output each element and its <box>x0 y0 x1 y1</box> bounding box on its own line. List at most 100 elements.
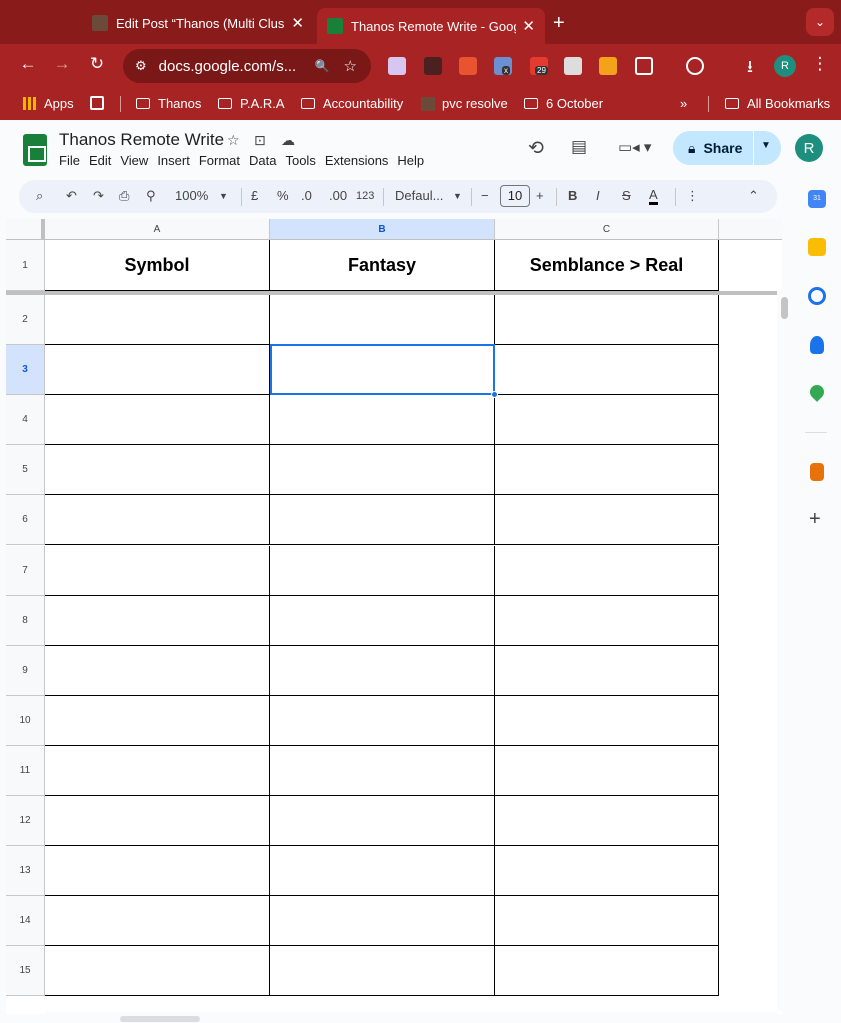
grid-cell[interactable] <box>270 796 495 847</box>
print-icon[interactable]: ⎙ <box>119 188 129 204</box>
tasks-icon[interactable] <box>808 287 826 305</box>
contacts-icon[interactable] <box>810 336 824 354</box>
row-header[interactable]: 12 <box>6 796 45 847</box>
decrease-decimal-button[interactable]: .0 <box>301 188 312 203</box>
grid-cell[interactable] <box>495 846 719 897</box>
menu-data[interactable]: Data <box>249 153 276 168</box>
version-history-icon[interactable]: ⟲ <box>528 137 544 160</box>
download-icon[interactable]: ⭳ <box>738 54 762 83</box>
reload-button[interactable]: ↻ <box>85 54 109 74</box>
row-header[interactable]: 4 <box>6 395 45 446</box>
search-menus-icon[interactable]: ⌕ <box>36 188 43 204</box>
font-size-input[interactable]: 10 <box>500 185 530 207</box>
grid-cell[interactable] <box>270 295 495 346</box>
vertical-scrollbar[interactable] <box>777 291 791 1011</box>
cloud-status-icon[interactable]: ☁ <box>281 132 295 149</box>
grid-cell[interactable] <box>495 946 719 997</box>
grid-cell[interactable] <box>270 445 495 496</box>
row-header[interactable]: 3 <box>6 345 45 396</box>
extension-icon[interactable]: x <box>494 57 512 75</box>
column-header-b[interactable]: B <box>270 219 495 240</box>
grid-cell[interactable] <box>495 796 719 847</box>
meet-video-icon[interactable]: ▭◂ ▾ <box>618 138 651 156</box>
zoom-dropdown-icon[interactable]: ▼ <box>219 191 228 201</box>
grid-cell[interactable] <box>270 645 495 696</box>
bookmark-6-october[interactable]: 6 October <box>524 96 603 111</box>
grid-cell[interactable] <box>45 796 270 847</box>
horizontal-scrollbar[interactable] <box>46 1012 777 1023</box>
grid-cell[interactable] <box>270 896 495 947</box>
row-header[interactable]: 2 <box>6 295 45 346</box>
addon-icon[interactable] <box>810 463 824 481</box>
grid-cell[interactable] <box>495 545 719 596</box>
bookmark-star-icon[interactable]: ☆ <box>344 57 357 75</box>
extension-icon[interactable]: 29 <box>530 57 548 75</box>
grid-cell[interactable] <box>45 595 270 646</box>
row-header[interactable]: 7 <box>6 545 45 596</box>
select-all-corner[interactable] <box>6 219 45 240</box>
collapse-toolbar-button[interactable]: ⌃ <box>748 188 759 204</box>
zoom-icon[interactable]: 🔍 <box>315 59 330 73</box>
bookmark-para[interactable]: P.A.R.A <box>218 96 285 111</box>
grid-cell[interactable] <box>495 295 719 346</box>
fill-handle[interactable] <box>491 391 498 398</box>
more-tools-button[interactable]: ⋮ <box>686 188 699 204</box>
forward-button[interactable]: → <box>50 54 74 74</box>
grid-cell[interactable] <box>45 695 270 746</box>
grid-cell[interactable] <box>270 545 495 596</box>
chrome-menu-button[interactable]: ⋮ <box>808 54 832 74</box>
header-cell[interactable]: Semblance > Real <box>495 240 719 291</box>
grid-cell[interactable] <box>45 495 270 546</box>
number-format-button[interactable]: 123 <box>356 190 374 202</box>
grid-cell[interactable] <box>45 295 270 346</box>
grid-cell[interactable] <box>270 495 495 546</box>
tab-edit-post[interactable]: Edit Post “Thanos (Multi Clus ✕ <box>82 8 314 38</box>
font-dropdown-icon[interactable]: ▼ <box>453 191 462 201</box>
percent-format-button[interactable]: % <box>277 188 289 203</box>
redo-icon[interactable]: ↷ <box>93 188 104 204</box>
grid-cell[interactable] <box>45 946 270 997</box>
menu-format[interactable]: Format <box>199 153 240 168</box>
column-header-a[interactable]: A <box>45 219 270 240</box>
grid-cell[interactable] <box>495 595 719 646</box>
currency-format-button[interactable]: £ <box>251 188 258 203</box>
grid-cell[interactable] <box>495 445 719 496</box>
menu-extensions[interactable]: Extensions <box>325 153 389 168</box>
grid-cell[interactable] <box>45 345 270 396</box>
sheets-logo-icon[interactable] <box>23 134 47 166</box>
grid-cell[interactable] <box>495 745 719 796</box>
grid-cell[interactable] <box>495 495 719 546</box>
extension-icon[interactable] <box>424 57 442 75</box>
selected-cell-b3[interactable] <box>270 344 495 395</box>
header-cell[interactable]: Fantasy <box>270 240 495 291</box>
scrollbar-thumb[interactable] <box>781 297 788 319</box>
header-cell[interactable]: Symbol <box>45 240 270 291</box>
increase-font-size-button[interactable]: + <box>536 188 544 203</box>
close-icon[interactable]: ✕ <box>522 17 535 35</box>
undo-icon[interactable]: ↶ <box>66 188 77 204</box>
row-header[interactable]: 15 <box>6 946 45 997</box>
bookmarks-overflow-button[interactable]: » <box>680 96 687 111</box>
increase-decimal-button[interactable]: .00 <box>329 188 347 203</box>
star-icon[interactable]: ☆ <box>227 132 240 149</box>
grid-cell[interactable] <box>270 395 495 446</box>
menu-view[interactable]: View <box>120 153 148 168</box>
grid-cell[interactable] <box>270 846 495 897</box>
font-family-select[interactable]: Defaul... <box>395 188 443 203</box>
row-header[interactable]: 11 <box>6 745 45 796</box>
menu-help[interactable]: Help <box>397 153 424 168</box>
maps-icon[interactable] <box>807 382 827 402</box>
row-header[interactable]: 5 <box>6 445 45 496</box>
tab-search-button[interactable]: ⌄ <box>806 8 834 36</box>
add-icon[interactable]: + <box>809 508 821 531</box>
extension-icon[interactable] <box>599 57 617 75</box>
site-settings-icon[interactable]: ⚙ <box>135 58 147 74</box>
row-header[interactable]: 1 <box>6 240 45 291</box>
grid-cell[interactable] <box>495 345 719 396</box>
bookmark-accountability[interactable]: Accountability <box>301 96 403 111</box>
row-header[interactable]: 14 <box>6 896 45 947</box>
row-header[interactable]: 6 <box>6 495 45 546</box>
row-header[interactable]: 8 <box>6 595 45 646</box>
keep-icon[interactable] <box>808 238 826 256</box>
scrollbar-thumb[interactable] <box>120 1016 200 1022</box>
